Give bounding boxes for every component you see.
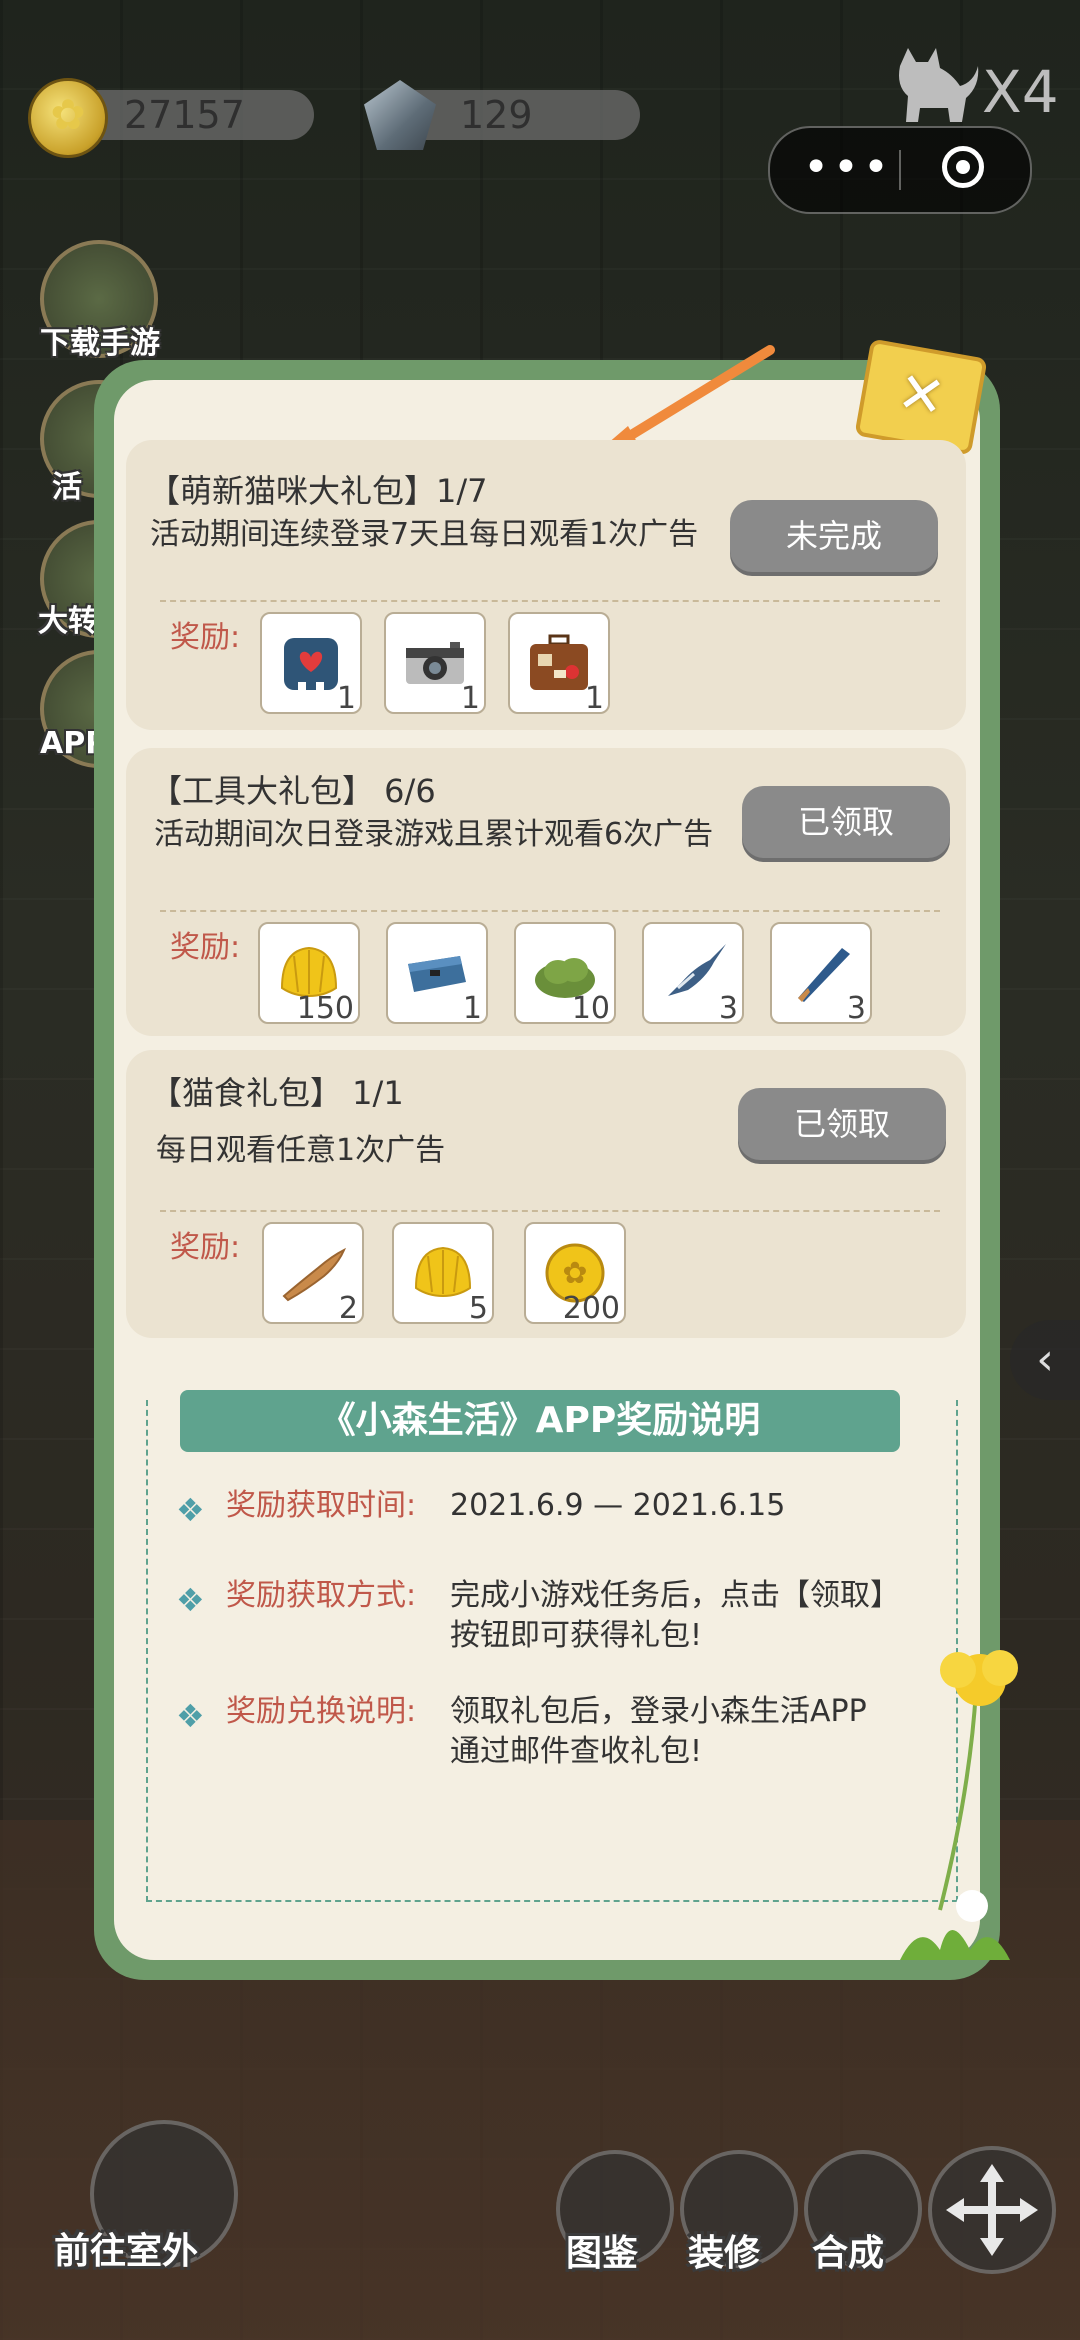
reward-count: 1 <box>460 681 480 716</box>
coin-icon <box>28 78 108 158</box>
reward-count: 3 <box>846 991 866 1026</box>
reward-count: 5 <box>468 1291 488 1326</box>
suitcase-icon <box>530 634 588 690</box>
outdoor-label: 前往室外 <box>54 2231 199 2272</box>
reward-label: 奖励: <box>170 930 241 965</box>
toolbox-icon <box>408 956 466 992</box>
move-button[interactable] <box>928 2146 1056 2274</box>
gem-counter: 129 <box>364 80 640 150</box>
reward-count: 1 <box>584 681 604 716</box>
incomplete-button[interactable]: 未完成 <box>730 500 938 572</box>
gift-card-desc: 活动期间连续登录7天且每日观看1次广告 <box>150 517 699 552</box>
info-label: 奖励兑换说明: <box>226 1694 417 1729</box>
close-program-icon[interactable] <box>942 146 984 188</box>
capsule-divider <box>899 150 901 190</box>
card-divider <box>160 1210 940 1212</box>
cat-multiplier: X4 <box>890 40 1060 130</box>
paw-icon: ❖ <box>176 1697 205 1735</box>
dried-fish-icon <box>282 1247 346 1302</box>
info-value: 2021.6.9 — 2021.6.15 <box>450 1488 786 1523</box>
reward-item-toolbox: 1 <box>386 922 488 1026</box>
bat-icon <box>798 948 850 1002</box>
catalog-label: 图鉴 <box>566 2233 639 2274</box>
reward-item-gold-coin: ✿ 200 <box>524 1222 626 1326</box>
reward-item-dried-fish: 2 <box>262 1222 364 1326</box>
paw-icon: ❖ <box>176 1491 205 1529</box>
decorate-label: 装修 <box>688 2233 761 2274</box>
reward-count: 1 <box>336 681 356 716</box>
coin-counter: 27157 <box>28 78 314 158</box>
gift-card-title: 【猫食礼包】 1/1 <box>150 1074 404 1112</box>
reward-count: 150 <box>296 991 354 1026</box>
info-label: 奖励获取方式: <box>226 1578 417 1613</box>
info-label: 奖励获取时间: <box>226 1488 417 1523</box>
reward-label: 奖励: <box>170 1230 241 1265</box>
card-divider <box>160 910 940 912</box>
download-app-label: 下载手游 <box>40 326 160 361</box>
info-value: 领取礼包后，登录小森生活APP通过邮件查收礼包! <box>450 1694 867 1769</box>
reward-item-suitcase: 1 <box>508 612 610 716</box>
reward-item-gold-shell: 5 <box>392 1222 494 1326</box>
move-arrows-icon <box>946 2164 1038 2256</box>
reward-count: 1 <box>462 991 482 1026</box>
claimed-button[interactable]: 已领取 <box>738 1088 946 1160</box>
paw-icon: ❖ <box>176 1581 205 1619</box>
combine-label: 合成 <box>812 2233 885 2274</box>
svg-text:✿: ✿ <box>562 1256 587 1291</box>
gift-card-title: 【萌新猫咪大礼包】1/7 <box>148 472 488 510</box>
gift-card-title: 【工具大礼包】 6/6 <box>150 772 436 810</box>
reward-label: 奖励: <box>170 620 241 655</box>
info-value: 完成小游戏任务后，点击【领取】按钮即可获得礼包! <box>450 1578 885 1653</box>
gift-card-desc: 每日观看任意1次广告 <box>156 1133 446 1168</box>
more-menu-icon[interactable]: ••• <box>798 128 898 212</box>
reward-item-camera: 1 <box>384 612 486 716</box>
reward-count: 2 <box>338 1291 358 1326</box>
info-banner: 《小森生活》APP奖励说明 <box>180 1390 900 1452</box>
reward-item-bush: 10 <box>514 922 616 1026</box>
swordfish-icon <box>668 944 726 996</box>
cat-silhouette-icon <box>899 48 979 122</box>
camera-icon <box>406 642 464 684</box>
reward-item-cat-backpack: 1 <box>260 612 362 716</box>
reward-count: 10 <box>571 991 610 1026</box>
cat-backpack-icon <box>284 638 338 692</box>
reward-count: 3 <box>718 991 738 1026</box>
close-icon: ✕ <box>892 359 951 432</box>
wheel-label: 大转 <box>38 604 98 639</box>
flower-decoration-icon <box>900 1650 1018 1960</box>
cat-multiplier-text: X4 <box>982 58 1059 126</box>
gold-shell-icon <box>414 1246 472 1298</box>
reward-item-gold-shell: 150 <box>258 922 360 1026</box>
reward-count: 200 <box>562 1291 620 1326</box>
coin-count: 27157 <box>124 93 245 137</box>
card-divider <box>160 600 940 602</box>
reward-item-bat: 3 <box>770 922 872 1026</box>
mini-program-capsule: ••• <box>768 126 1032 214</box>
reward-item-swordfish: 3 <box>642 922 744 1026</box>
close-button[interactable]: ✕ <box>854 338 988 456</box>
claimed-button[interactable]: 已领取 <box>742 786 950 858</box>
expand-arrow-icon[interactable]: ‹ <box>1010 1320 1080 1400</box>
gift-card-desc: 活动期间次日登录游戏且累计观看6次广告 <box>154 817 714 852</box>
gem-count: 129 <box>460 93 533 137</box>
activity-label: 活 <box>52 470 82 505</box>
